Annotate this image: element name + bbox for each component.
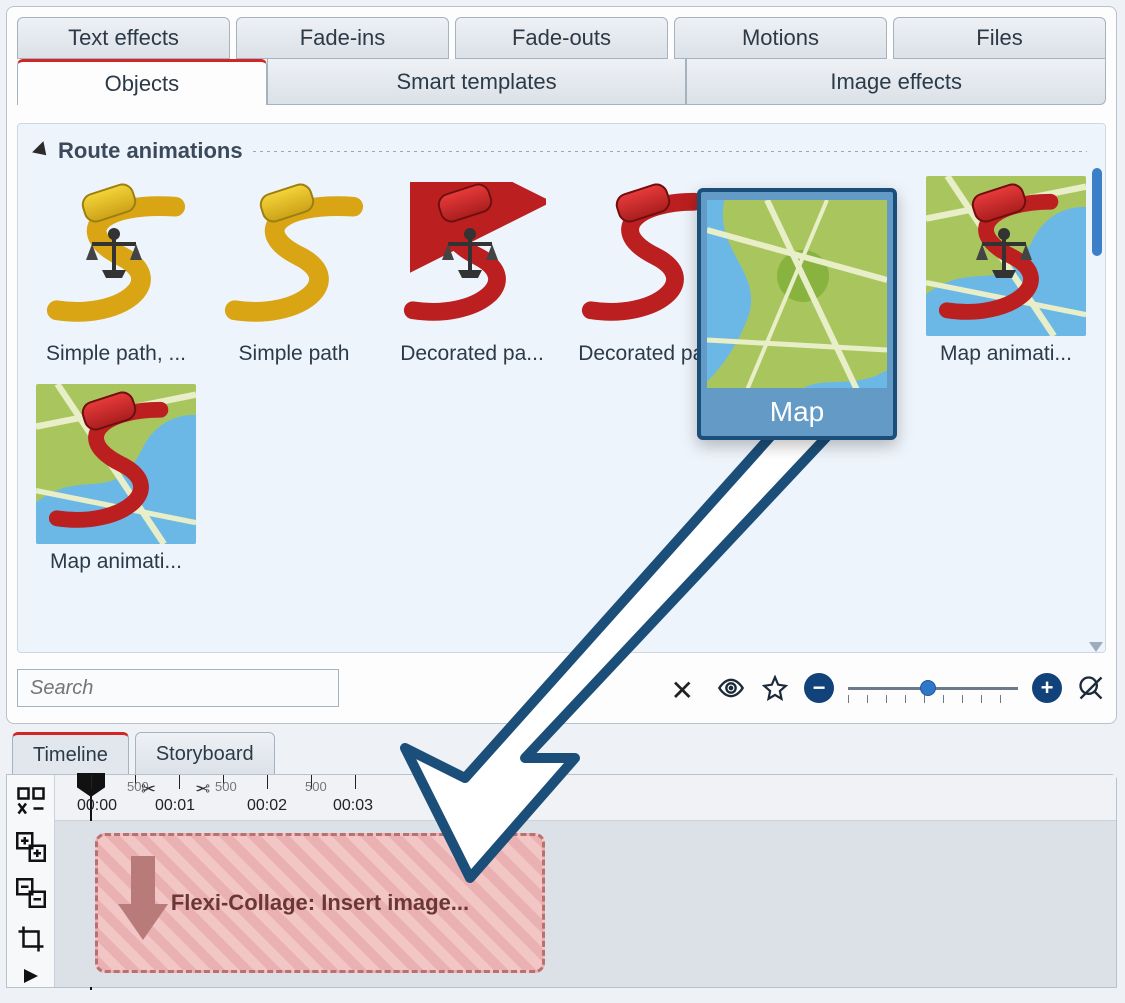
favorite-star-icon[interactable] [760, 673, 790, 703]
zoom-out-button[interactable]: − [804, 673, 834, 703]
drag-preview-card[interactable]: Map [697, 188, 897, 440]
section-header[interactable]: Route animations [36, 138, 1087, 164]
tab-image-effects[interactable]: Image effects [686, 59, 1106, 105]
thumb-label: Map animati... [940, 342, 1072, 366]
balance-icon [440, 226, 500, 286]
zoom-reset-icon[interactable] [1076, 673, 1106, 703]
ruler-label: 00:03 [333, 797, 373, 815]
section-title: Route animations [58, 138, 243, 164]
timeline-panel: Timeline Storyboard [6, 730, 1117, 988]
clear-search-icon[interactable]: ✕ [671, 674, 694, 707]
balance-icon [84, 226, 144, 286]
thumb-map-animation-2[interactable]: Map animati... [36, 384, 196, 574]
tool-play-icon[interactable] [13, 967, 49, 985]
drop-target[interactable]: Flexi-Collage: Insert image... [95, 833, 545, 973]
tab-files[interactable]: Files [893, 17, 1106, 59]
tabs-row-top: Text effects Fade-ins Fade-outs Motions … [7, 7, 1116, 59]
gallery-scrollbar[interactable] [1087, 124, 1105, 652]
scrollbar-thumb[interactable] [1092, 168, 1102, 256]
search-input[interactable] [17, 669, 339, 707]
cut-scissor-icon[interactable]: ✂ [195, 779, 210, 800]
thumb-simple-path-1[interactable]: Simple path, ... [36, 176, 196, 366]
timeline-side-tools [7, 775, 55, 987]
tab-timeline[interactable]: Timeline [12, 732, 129, 776]
tab-motions[interactable]: Motions [674, 17, 887, 59]
ruler-small-label: 500 [305, 779, 327, 794]
tab-fade-outs[interactable]: Fade-outs [455, 17, 668, 59]
tab-smart-templates[interactable]: Smart templates [267, 59, 687, 105]
cut-scissor-icon[interactable]: ✂ [141, 779, 156, 800]
ruler-label: 00:00 [77, 797, 117, 815]
tab-objects[interactable]: Objects [17, 59, 267, 105]
section-divider [253, 151, 1087, 152]
thumb-label: Simple path, ... [46, 342, 186, 366]
timeline-ruler[interactable]: 00:00 500 00:01 500 00:02 500 00:03 ✂ ✂ [55, 775, 1116, 821]
scroll-down-icon[interactable] [1089, 642, 1103, 652]
ruler-label: 00:02 [247, 797, 287, 815]
timeline-track[interactable]: Flexi-Collage: Insert image... [55, 821, 1116, 987]
zoom-slider[interactable] [848, 685, 1018, 691]
tool-remove-group-icon[interactable] [13, 875, 49, 911]
thumb-label: Map animati... [50, 550, 182, 574]
map-thumbnail-icon [707, 200, 887, 388]
tabs-row-main: Objects Smart templates Image effects [7, 59, 1116, 105]
thumb-label: Simple path [239, 342, 350, 366]
collapse-arrow-icon [32, 141, 52, 161]
gallery: Route animations [17, 123, 1106, 653]
tab-fade-ins[interactable]: Fade-ins [236, 17, 449, 59]
ruler-small-label: 500 [215, 779, 237, 794]
zoom-in-button[interactable]: + [1032, 673, 1062, 703]
preview-eye-icon[interactable] [716, 673, 746, 703]
tool-crop-icon[interactable] [13, 921, 49, 957]
tab-storyboard[interactable]: Storyboard [135, 732, 275, 776]
thumb-map-animation-1[interactable]: Map animati... [926, 176, 1086, 366]
toolbox-panel: Text effects Fade-ins Fade-outs Motions … [6, 6, 1117, 724]
drag-card-label: Map [770, 396, 824, 428]
insert-arrow-icon [118, 856, 168, 946]
thumbnails-grid: Simple path, ... Simple path [36, 176, 1087, 574]
balance-icon [974, 226, 1034, 286]
drop-target-label: Flexi-Collage: Insert image... [171, 890, 469, 916]
search-container: ✕ [17, 669, 702, 707]
tool-frames-icon[interactable] [13, 783, 49, 819]
tool-add-group-icon[interactable] [13, 829, 49, 865]
thumb-simple-path-2[interactable]: Simple path [214, 176, 374, 366]
tab-text-effects[interactable]: Text effects [17, 17, 230, 59]
zoom-slider-knob[interactable] [920, 680, 936, 696]
ruler-label: 00:01 [155, 797, 195, 815]
timeline-body: 00:00 500 00:01 500 00:02 500 00:03 ✂ ✂ … [6, 774, 1117, 988]
timeline-tabs: Timeline Storyboard [6, 730, 1117, 776]
thumb-decorated-path-1[interactable]: Decorated pa... [392, 176, 552, 366]
thumb-label: Decorated pa... [400, 342, 544, 366]
toolbox-bottom-bar: ✕ − + [17, 667, 1106, 709]
